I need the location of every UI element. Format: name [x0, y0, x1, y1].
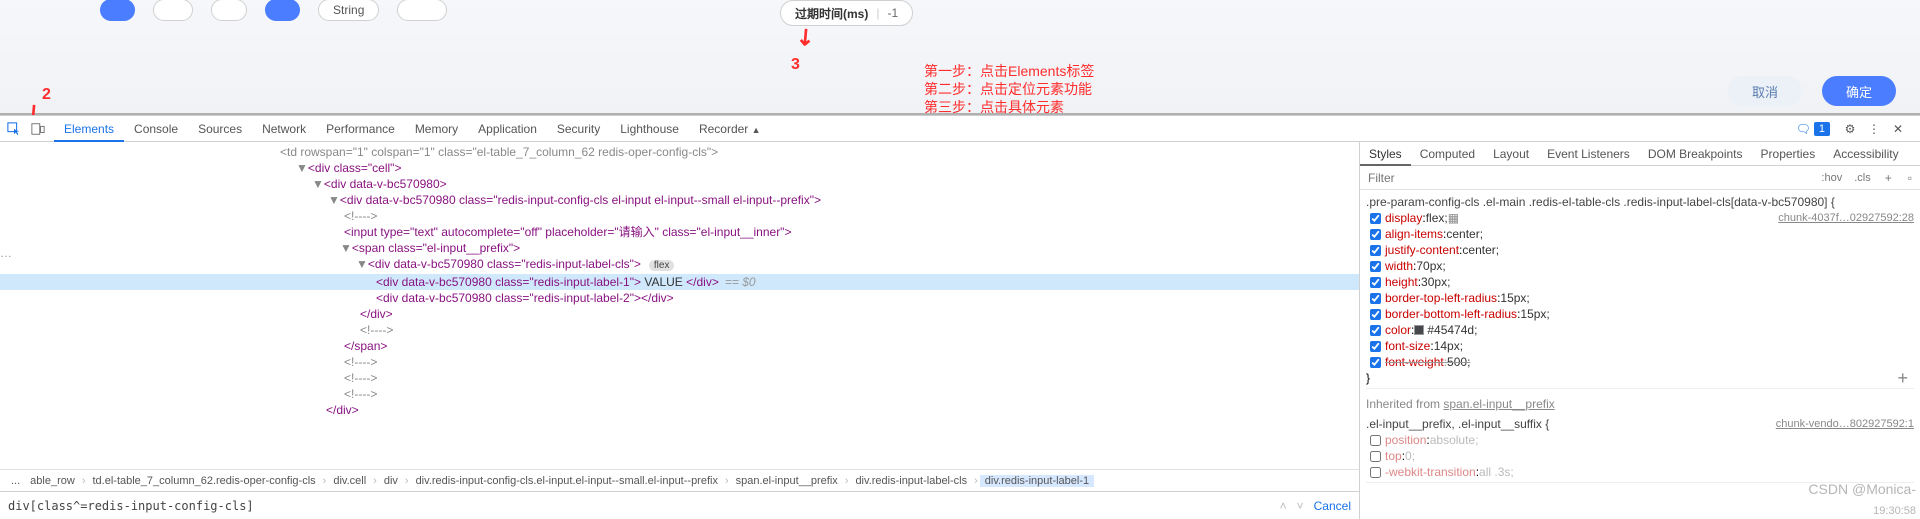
watermark: CSDN @Monica-	[1808, 481, 1916, 497]
anno-steps: 第一步：点击Elements标签 第二步：点击定位元素功能 第三步：点击具体元素	[924, 62, 1094, 116]
styles-filter-input[interactable]	[1360, 171, 1815, 185]
tab-memory[interactable]: Memory	[405, 116, 468, 142]
dom-line: <input type="text" autocomplete="off" pl…	[0, 224, 1359, 240]
source-link[interactable]: chunk-vendo…802927592:1	[1776, 416, 1914, 432]
find-cancel[interactable]: Cancel	[1314, 499, 1351, 513]
new-rule-icon[interactable]: +	[1877, 171, 1900, 185]
pill-string[interactable]: String	[318, 0, 379, 21]
styles-more-icon[interactable]: ▫	[1900, 171, 1920, 185]
css-prop[interactable]: color: #45474d;	[1366, 322, 1914, 338]
device-icon[interactable]	[30, 121, 46, 137]
find-next-icon[interactable]: ˅	[1297, 499, 1304, 513]
hov-toggle[interactable]: :hov	[1815, 172, 1848, 184]
source-link[interactable]: chunk-4037f…02927592:28	[1778, 210, 1914, 226]
issues-badge[interactable]: 🗨 1	[1796, 122, 1836, 136]
css-prop[interactable]: justify-content: center;	[1366, 242, 1914, 258]
styles-panel: Styles Computed Layout Event Listeners D…	[1360, 142, 1920, 519]
css-prop[interactable]: top: 0;	[1366, 448, 1914, 464]
css-prop[interactable]: height: 30px;	[1366, 274, 1914, 290]
dialog-buttons: 取消 确定	[1728, 76, 1896, 106]
pill-3[interactable]	[211, 0, 248, 21]
styles-tab-layout[interactable]: Layout	[1484, 142, 1538, 166]
find-bar: ˄ ˅ Cancel	[0, 491, 1359, 519]
pill-2[interactable]	[153, 0, 193, 21]
dom-line: <!---->	[0, 354, 1359, 370]
dom-line: <!---->	[0, 208, 1359, 224]
styles-tab-props[interactable]: Properties	[1752, 142, 1825, 166]
cancel-button[interactable]: 取消	[1728, 76, 1802, 106]
tab-console[interactable]: Console	[124, 116, 188, 142]
css-prop[interactable]: display: flex; ▦	[1366, 210, 1778, 226]
label-2: 2	[42, 86, 51, 104]
dom-line: </div>	[0, 306, 1359, 322]
ttl-label: 过期时间(ms)	[795, 5, 868, 22]
styles-body[interactable]: .pre-param-config-cls .el-main .redis-el…	[1360, 190, 1920, 519]
styles-tab-dombp[interactable]: DOM Breakpoints	[1639, 142, 1752, 166]
dom-tree[interactable]: <td rowspan="1" colspan="1" class="el-ta…	[0, 142, 1359, 469]
css-prop[interactable]: border-bottom-left-radius: 15px;	[1366, 306, 1914, 322]
close-icon[interactable]: ✕	[1890, 121, 1906, 137]
css-prop[interactable]: border-top-left-radius: 15px;	[1366, 290, 1914, 306]
pill-blue-2[interactable]	[265, 0, 300, 21]
tab-sources[interactable]: Sources	[188, 116, 252, 142]
find-prev-icon[interactable]: ˄	[1280, 499, 1287, 513]
tab-application[interactable]: Application	[468, 116, 547, 142]
styles-tab-styles[interactable]: Styles	[1360, 142, 1411, 166]
breadcrumb[interactable]: ... able_row› td.el-table_7_column_62.re…	[0, 469, 1359, 491]
find-input[interactable]	[8, 499, 1270, 513]
css-prop[interactable]: font-weight: 500;	[1366, 354, 1914, 370]
pill-key[interactable]	[397, 0, 447, 21]
devtools-tab-bar: Elements Console Sources Network Perform…	[0, 116, 1920, 142]
css-rule: .el-input__prefix, .el-input__suffix {ch…	[1366, 414, 1914, 483]
add-prop-icon[interactable]: +	[1897, 370, 1908, 386]
dom-line: </span>	[0, 338, 1359, 354]
tab-lighthouse[interactable]: Lighthouse	[610, 116, 689, 142]
clock: 19:30:58	[1873, 505, 1916, 517]
tab-elements[interactable]: Elements	[54, 116, 124, 142]
label-3: 3	[791, 56, 800, 74]
inspect-icon[interactable]	[6, 121, 22, 137]
tab-security[interactable]: Security	[547, 116, 610, 142]
devtools: Elements Console Sources Network Perform…	[0, 115, 1920, 519]
inherited-from: Inherited from span.el-input__prefix	[1366, 392, 1914, 414]
dom-line-selected: <div data-v-bc570980 class="redis-input-…	[0, 274, 1359, 290]
pill-blue-1[interactable]	[100, 0, 135, 21]
dom-line: <!---->	[0, 370, 1359, 386]
dom-line: ▼<div data-v-bc570980>	[0, 176, 1359, 192]
elements-panel: <td rowspan="1" colspan="1" class="el-ta…	[0, 142, 1360, 519]
ttl-input-wrap[interactable]: 过期时间(ms) | -1	[780, 0, 913, 26]
ellipsis: …	[0, 246, 12, 260]
styles-tab-a11y[interactable]: Accessibility	[1824, 142, 1907, 166]
dom-line: ▼<div class="cell">	[0, 160, 1359, 176]
dom-line: ▼<div data-v-bc570980 class="redis-input…	[0, 256, 1359, 274]
tab-performance[interactable]: Performance	[316, 116, 405, 142]
tab-recorder[interactable]: Recorder ▲	[689, 116, 771, 142]
styles-tab-computed[interactable]: Computed	[1411, 142, 1484, 166]
cls-toggle[interactable]: .cls	[1848, 172, 1877, 184]
styles-tabs: Styles Computed Layout Event Listeners D…	[1360, 142, 1920, 166]
styles-filter-row: :hov .cls + ▫	[1360, 166, 1920, 190]
pill-row: String	[0, 0, 1920, 20]
dom-line: <div data-v-bc570980 class="redis-input-…	[0, 290, 1359, 306]
dom-line: ▼<div data-v-bc570980 class="redis-input…	[0, 192, 1359, 208]
dom-line: <td rowspan="1" colspan="1" class="el-ta…	[0, 144, 1359, 160]
css-prop[interactable]: -webkit-transition: all .3s;	[1366, 464, 1914, 480]
dom-line: <!---->	[0, 386, 1359, 402]
inherited-link[interactable]: span.el-input__prefix	[1443, 397, 1554, 411]
css-prop[interactable]: font-size: 14px;	[1366, 338, 1914, 354]
css-prop[interactable]: position: absolute;	[1366, 432, 1914, 448]
kebab-icon[interactable]: ⋮	[1866, 121, 1882, 137]
css-prop[interactable]: width: 70px;	[1366, 258, 1914, 274]
app-top-area: String 过期时间(ms) | -1 ↙ 3 2 第一步：点击Element…	[0, 0, 1920, 115]
ok-button[interactable]: 确定	[1822, 76, 1896, 106]
dom-line: <!---->	[0, 322, 1359, 338]
dom-line: </div>	[0, 402, 1359, 418]
css-rule: .pre-param-config-cls .el-main .redis-el…	[1366, 192, 1914, 389]
gear-icon[interactable]: ⚙	[1842, 121, 1858, 137]
tab-network[interactable]: Network	[252, 116, 316, 142]
styles-tab-events[interactable]: Event Listeners	[1538, 142, 1639, 166]
ttl-value: -1	[887, 6, 898, 20]
css-prop[interactable]: align-items: center;	[1366, 226, 1914, 242]
dom-line: ▼<span class="el-input__prefix">	[0, 240, 1359, 256]
